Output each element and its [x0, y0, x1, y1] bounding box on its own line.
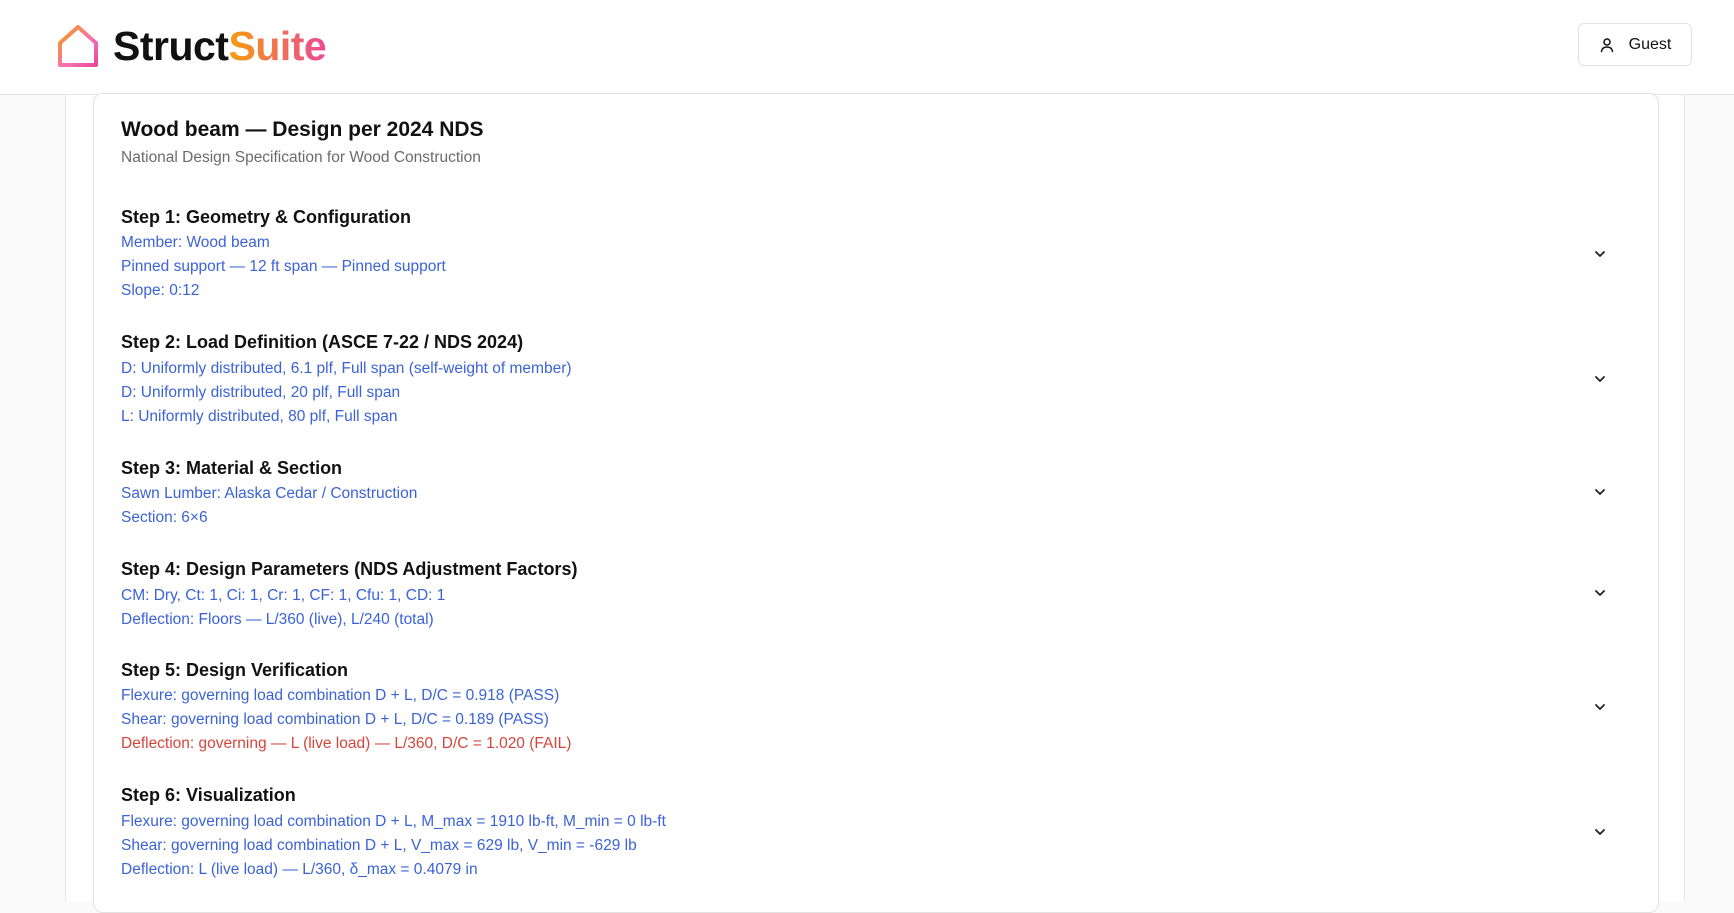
- design-card: Wood beam — Design per 2024 NDS National…: [93, 93, 1659, 913]
- chevron-down-icon[interactable]: [1593, 372, 1607, 386]
- step-summary-line: Section: 6×6: [121, 509, 208, 526]
- brand-logo[interactable]: StructSuite: [55, 22, 327, 70]
- step-summary-line-fail: Deflection: governing — L (live load) — …: [121, 735, 572, 752]
- step-summary-line: Deflection: L (live load) — L/360, δ_max…: [121, 861, 478, 878]
- user-menu-button[interactable]: Guest: [1578, 23, 1692, 66]
- card-subtitle: National Design Specification for Wood C…: [121, 149, 481, 166]
- chevron-down-icon[interactable]: [1593, 700, 1607, 714]
- step-title: Step 1: Geometry & Configuration: [121, 207, 412, 227]
- step-visualization[interactable]: Step 6: Visualization Flexure: governing…: [94, 785, 1658, 878]
- chevron-down-icon[interactable]: [1593, 485, 1607, 499]
- step-summary-line: L: Uniformly distributed, 80 plf, Full s…: [121, 408, 398, 425]
- step-material-section[interactable]: Step 3: Material & Section Sawn Lumber: …: [94, 458, 1658, 526]
- chevron-down-icon[interactable]: [1593, 825, 1607, 839]
- step-summary-line: Slope: 0:12: [121, 282, 200, 299]
- step-design-verification[interactable]: Step 5: Design Verification Flexure: gov…: [94, 660, 1658, 752]
- step-load-definition[interactable]: Step 2: Load Definition (ASCE 7-22 / NDS…: [94, 332, 1658, 425]
- user-icon: [1600, 37, 1613, 52]
- brand-name-part1: Struct: [113, 22, 229, 69]
- step-geometry[interactable]: Step 1: Geometry & Configuration Member:…: [94, 207, 1658, 299]
- content-column: Wood beam — Design per 2024 NDS National…: [65, 93, 1685, 913]
- step-design-parameters[interactable]: Step 4: Design Parameters (NDS Adjustmen…: [94, 559, 1658, 628]
- user-menu-label: Guest: [1628, 35, 1672, 53]
- top-header: StructSuite Guest: [0, 0, 1734, 95]
- chevron-down-icon[interactable]: [1593, 247, 1607, 261]
- step-summary-line: Member: Wood beam: [121, 234, 270, 251]
- brand-name-part2: Suite: [228, 22, 327, 69]
- step-summary-line: Flexure: governing load combination D + …: [121, 813, 666, 830]
- step-title: Step 6: Visualization: [121, 785, 296, 805]
- step-summary-line: CM: Dry, Ct: 1, Ci: 1, Cr: 1, CF: 1, Cfu…: [121, 587, 446, 604]
- chevron-down-icon[interactable]: [1593, 586, 1607, 600]
- step-title: Step 2: Load Definition (ASCE 7-22 / NDS…: [121, 332, 524, 352]
- card-title: Wood beam — Design per 2024 NDS: [121, 118, 484, 141]
- step-title: Step 3: Material & Section: [121, 458, 343, 478]
- step-summary-line: Pinned support — 12 ft span — Pinned sup…: [121, 258, 446, 275]
- step-title: Step 5: Design Verification: [121, 660, 349, 680]
- step-summary-line: Deflection: Floors — L/360 (live), L/240…: [121, 611, 434, 628]
- step-summary-line: Sawn Lumber: Alaska Cedar / Construction: [121, 485, 418, 502]
- house-logo-icon: [58, 25, 98, 67]
- step-summary-line: Shear: governing load combination D + L,…: [121, 837, 637, 854]
- step-title: Step 4: Design Parameters (NDS Adjustmen…: [121, 559, 578, 579]
- step-summary-line: Flexure: governing load combination D + …: [121, 687, 560, 704]
- step-summary-line: D: Uniformly distributed, 6.1 plf, Full …: [121, 360, 572, 377]
- brand-name: StructSuite: [113, 22, 327, 69]
- step-summary-line: D: Uniformly distributed, 20 plf, Full s…: [121, 384, 401, 401]
- step-summary-line: Shear: governing load combination D + L,…: [121, 711, 549, 728]
